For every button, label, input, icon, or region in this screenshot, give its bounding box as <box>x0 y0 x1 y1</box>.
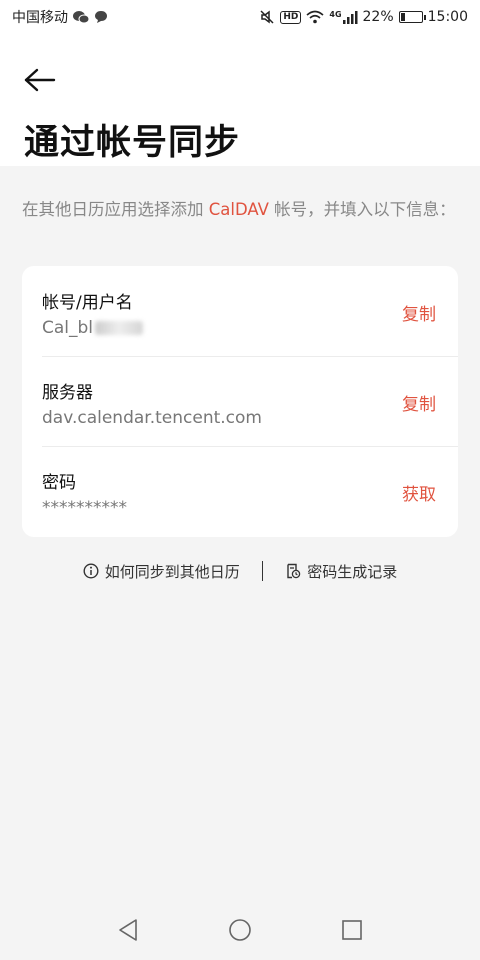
instruction-highlight: CalDAV <box>208 200 269 219</box>
battery-level <box>400 13 405 21</box>
server-row: 服务器 dav.calendar.tencent.com 复制 <box>22 356 458 446</box>
battery-percent: 22% <box>362 9 394 25</box>
help-links: 如何同步到其他日历 密码生成记录 <box>0 556 480 586</box>
message-icon <box>94 10 108 24</box>
nav-back-button[interactable] <box>115 917 141 943</box>
nav-back-icon <box>119 919 137 941</box>
password-value: ********** <box>42 498 127 518</box>
signal-icon: 4G <box>329 10 358 24</box>
status-left: 中国移动 <box>12 7 108 27</box>
wifi-icon <box>306 10 324 24</box>
server-label: 服务器 <box>42 383 93 403</box>
network-type-label: 4G <box>329 10 342 19</box>
status-right: HD 4G 22% 15:00 <box>259 9 468 25</box>
clock: 15:00 <box>427 9 468 25</box>
username-row: 帐号/用户名 Cal_bl 复制 <box>22 266 458 356</box>
mute-icon <box>259 9 275 25</box>
username-value: Cal_bl <box>42 318 144 338</box>
nav-recent-button[interactable] <box>339 917 365 943</box>
sync-help-label: 如何同步到其他日历 <box>104 562 240 581</box>
status-bar: 中国移动 HD 4G 22% 15:00 <box>0 0 480 34</box>
battery-icon <box>398 11 426 23</box>
instruction-text: 在其他日历应用选择添加 CalDAV 帐号，并填入以下信息： <box>22 198 458 222</box>
nav-home-icon <box>229 919 251 941</box>
instruction-before: 在其他日历应用选择添加 <box>22 200 209 219</box>
back-arrow-icon <box>24 68 56 92</box>
header: 通过帐号同步 <box>0 34 480 166</box>
links-divider <box>261 561 264 581</box>
back-button[interactable] <box>20 60 60 100</box>
instruction-after: 帐号，并填入以下信息： <box>268 200 456 219</box>
carrier-name: 中国移动 <box>12 10 68 26</box>
username-text: Cal_bl <box>42 318 94 338</box>
copy-server-button[interactable]: 复制 <box>402 390 436 415</box>
copy-username-button[interactable]: 复制 <box>402 300 436 325</box>
hd-icon: HD <box>280 10 302 24</box>
password-history-link[interactable]: 密码生成记录 <box>285 561 397 582</box>
password-row: 密码 ********** 获取 <box>22 446 458 536</box>
password-history-label: 密码生成记录 <box>307 562 398 581</box>
info-icon <box>83 563 99 579</box>
nav-recent-icon <box>342 920 362 940</box>
sync-help-link[interactable]: 如何同步到其他日历 <box>83 561 240 582</box>
get-password-button[interactable]: 获取 <box>402 480 436 505</box>
page-title: 通过帐号同步 <box>24 123 241 163</box>
wechat-icon <box>73 10 89 24</box>
username-label: 帐号/用户名 <box>42 293 133 313</box>
system-nav-bar <box>0 900 480 960</box>
account-info-card: 帐号/用户名 Cal_bl 复制 服务器 dav.calendar.tencen… <box>22 266 458 537</box>
username-redacted <box>95 321 144 335</box>
record-icon <box>287 563 301 579</box>
nav-home-button[interactable] <box>227 917 253 943</box>
password-label: 密码 <box>42 473 76 493</box>
server-value: dav.calendar.tencent.com <box>42 408 262 428</box>
